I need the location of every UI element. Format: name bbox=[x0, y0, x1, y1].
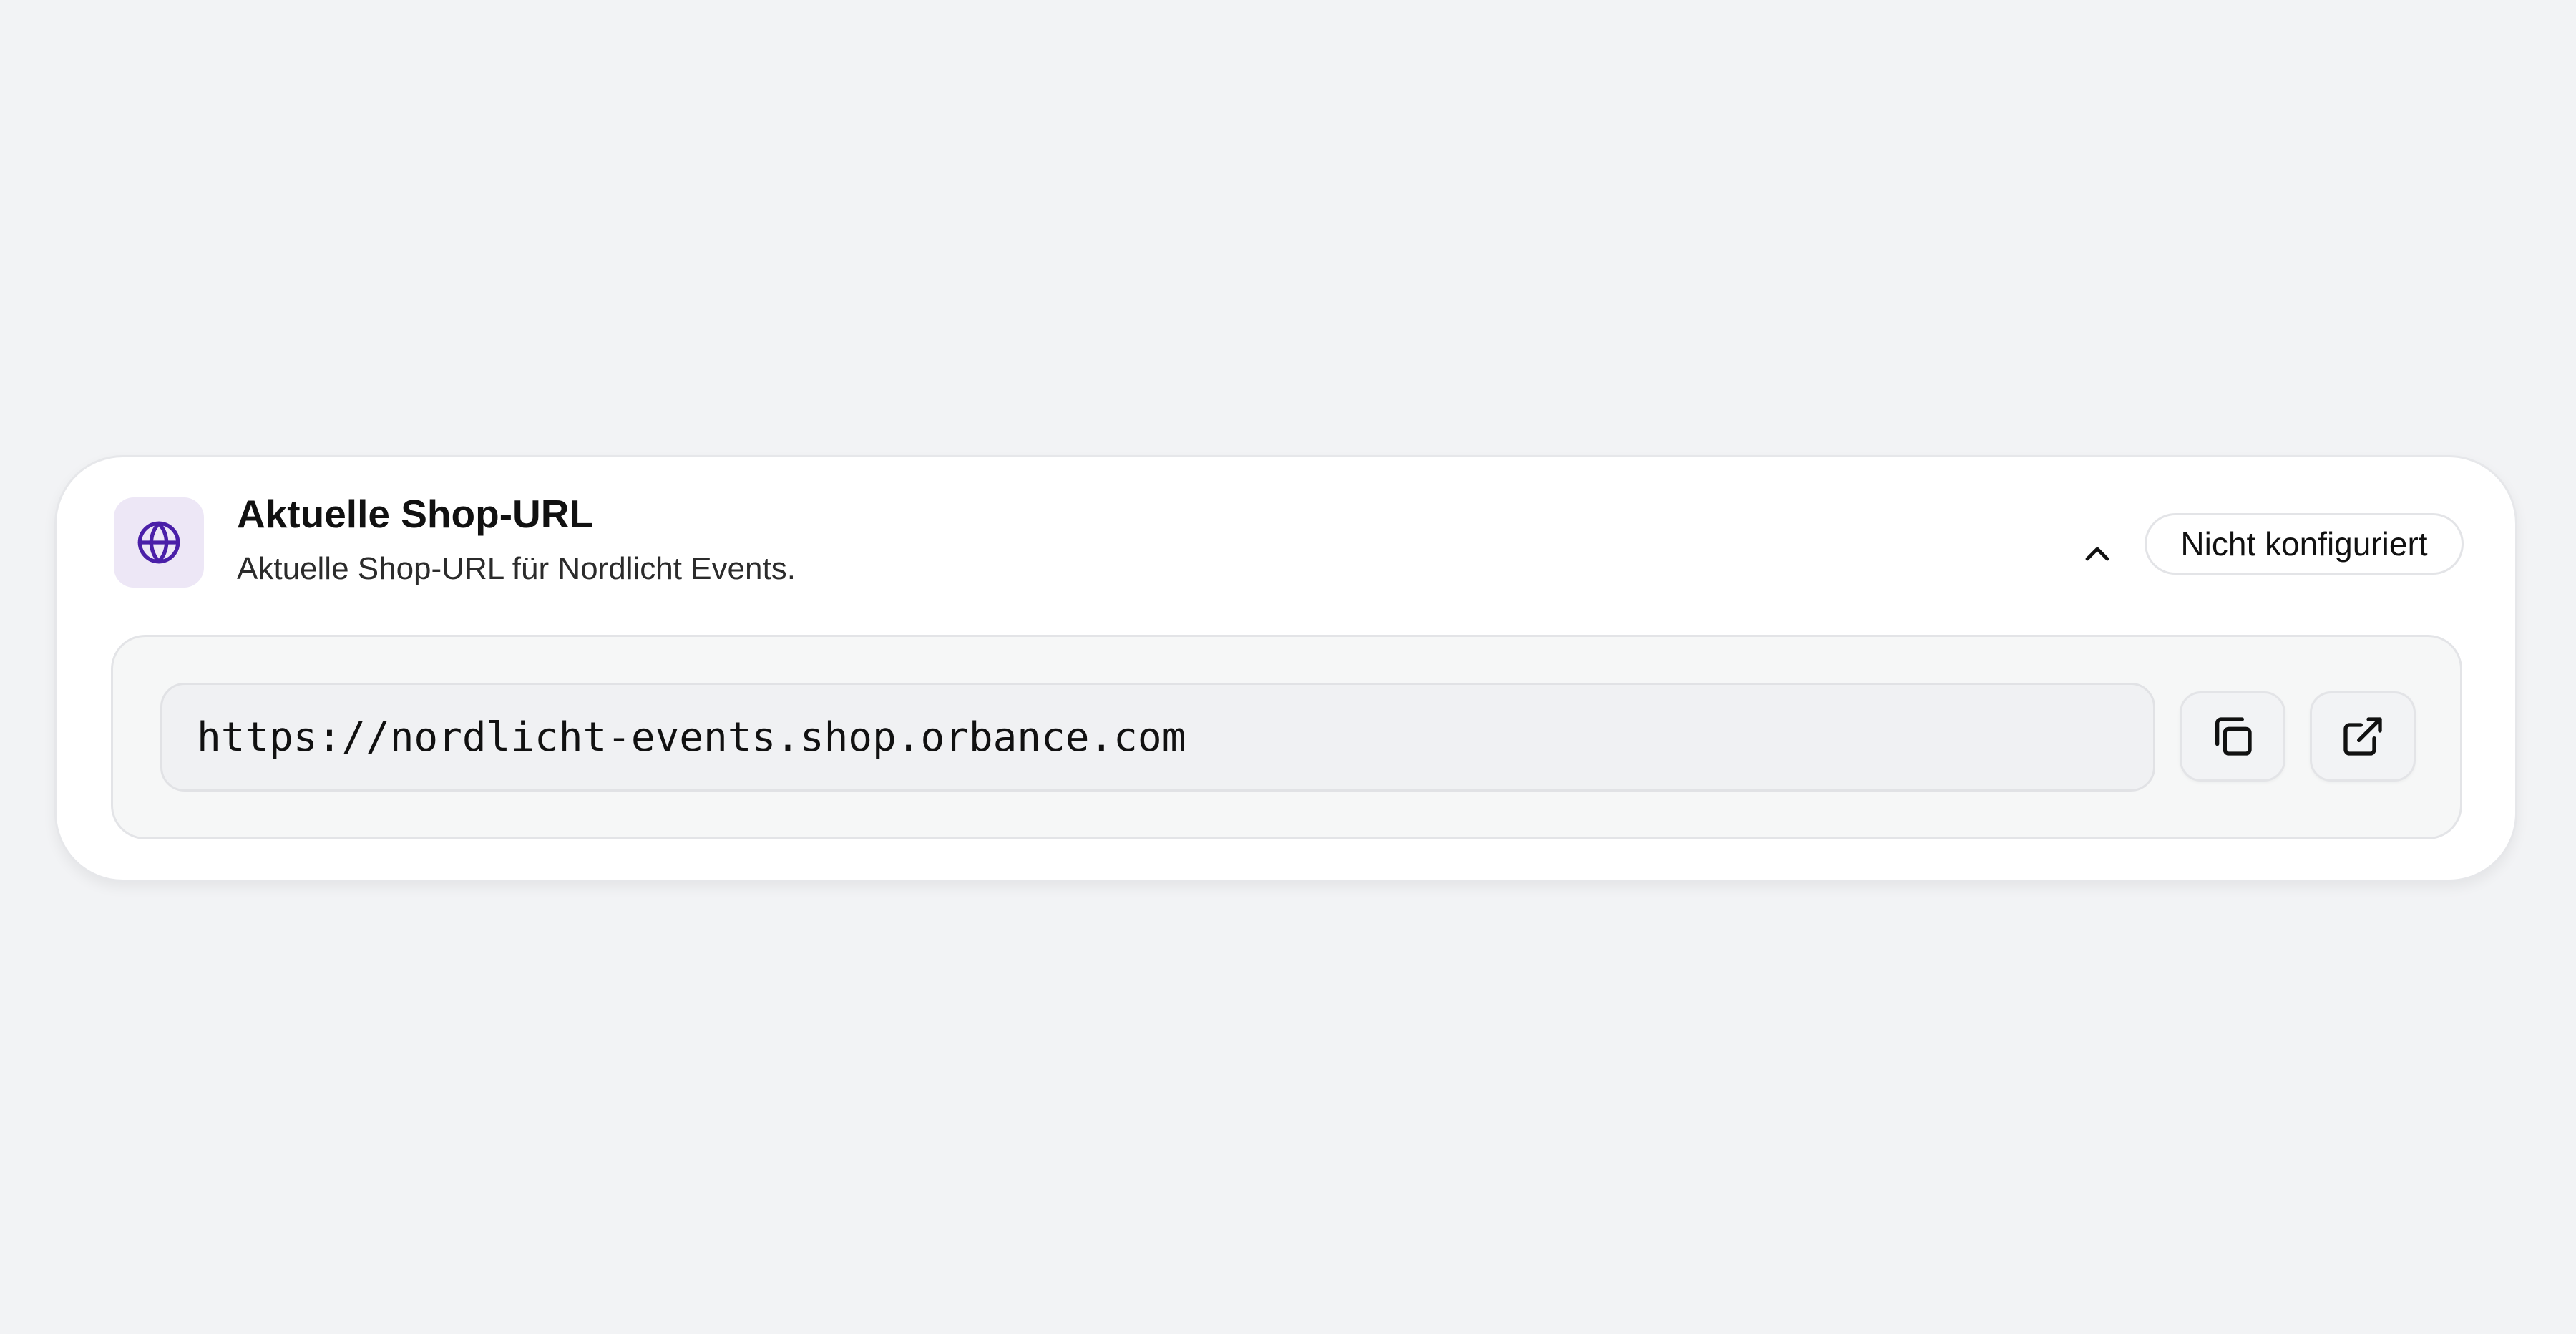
copy-url-button[interactable] bbox=[2180, 691, 2285, 782]
url-panel: https://nordlicht-events.shop.orbance.co… bbox=[111, 635, 2462, 839]
collapse-button[interactable] bbox=[2069, 526, 2126, 583]
copy-icon bbox=[2215, 717, 2252, 756]
shop-url-field[interactable]: https://nordlicht-events.shop.orbance.co… bbox=[160, 683, 2155, 792]
shop-url-card: Aktuelle Shop-URL Aktuelle Shop-URL für … bbox=[54, 455, 2517, 882]
globe-icon-tile bbox=[114, 497, 204, 588]
globe-icon bbox=[137, 521, 180, 564]
open-url-button[interactable] bbox=[2310, 691, 2416, 782]
external-link-icon bbox=[2343, 717, 2382, 756]
chevron-up-icon bbox=[2085, 547, 2109, 561]
card-title: Aktuelle Shop-URL bbox=[237, 492, 594, 536]
card-subtitle: Aktuelle Shop-URL für Nordlicht Events. bbox=[237, 551, 796, 586]
status-badge: Nicht konfiguriert bbox=[2145, 513, 2464, 575]
